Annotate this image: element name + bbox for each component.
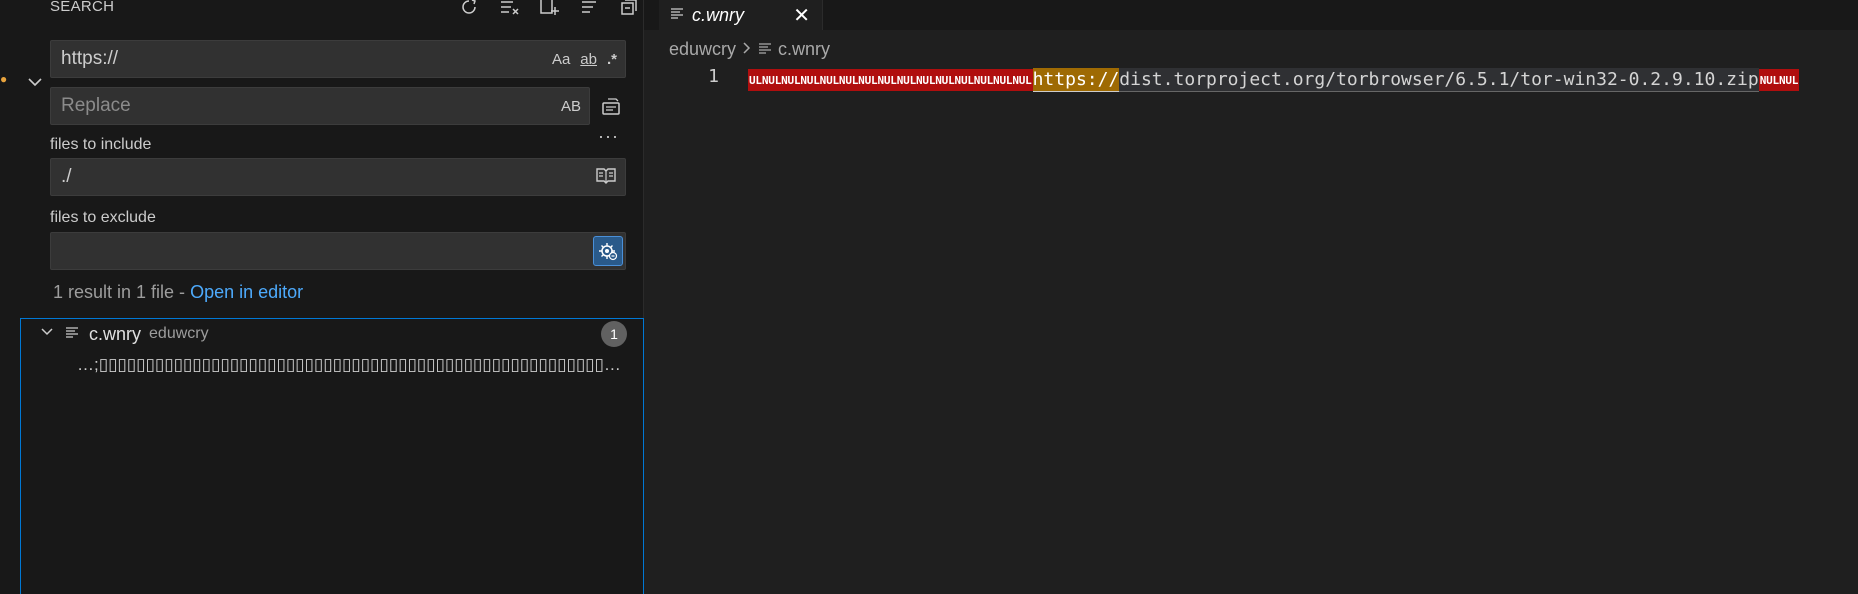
match-whole-word-icon[interactable]: ab bbox=[580, 51, 597, 68]
search-actions bbox=[458, 0, 640, 18]
activity-bar: ● bbox=[0, 0, 20, 594]
chevron-down-icon[interactable] bbox=[39, 324, 61, 345]
view-as-tree-icon[interactable] bbox=[578, 0, 600, 18]
file-icon bbox=[758, 39, 772, 60]
search-sidebar: SEARCH https:// Aa ab .* Replace AB ··· … bbox=[20, 0, 644, 594]
result-file-name: c.wnry bbox=[89, 323, 142, 344]
open-in-editor-link[interactable]: Open in editor bbox=[190, 282, 303, 302]
search-result-summary: 1 result in 1 file - Open in editor bbox=[53, 282, 303, 303]
editor-area: c.wnry ✕ eduwcry c.wnry 1 ULNULNULNULNUL… bbox=[644, 0, 1858, 594]
breadcrumb-file[interactable]: c.wnry bbox=[778, 39, 830, 60]
clear-results-icon[interactable] bbox=[498, 0, 520, 18]
nul-suffix: NULNUL bbox=[1758, 69, 1800, 91]
search-open-editors-icon[interactable] bbox=[595, 166, 617, 188]
code-line[interactable]: 1 ULNULNULNULNULNULNULNULNULNULNULNULNUL… bbox=[644, 66, 1858, 92]
files-to-exclude-input[interactable] bbox=[50, 232, 626, 270]
collapse-all-icon[interactable] bbox=[618, 0, 640, 18]
new-search-editor-icon[interactable] bbox=[538, 0, 560, 18]
result-match-row[interactable]: …;▯▯▯▯▯▯▯▯▯▯▯▯▯▯▯▯▯▯▯▯▯▯▯▯▯▯▯▯▯▯▯▯▯▯▯▯▯▯… bbox=[21, 350, 643, 380]
breadcrumb-folder[interactable]: eduwcry bbox=[669, 39, 736, 60]
result-file-dir: eduwcry bbox=[149, 325, 209, 342]
close-icon[interactable]: ✕ bbox=[793, 3, 810, 28]
use-regex-icon[interactable]: .* bbox=[607, 51, 617, 68]
files-to-include-label: files to include bbox=[50, 136, 152, 153]
url-text: dist.torproject.org/torbrowser/6.5.1/tor… bbox=[1119, 68, 1759, 92]
replace-all-icon[interactable] bbox=[600, 95, 624, 119]
replace-placeholder[interactable]: Replace bbox=[51, 95, 561, 117]
file-icon bbox=[670, 6, 686, 25]
search-header: SEARCH bbox=[50, 0, 640, 18]
search-input[interactable]: https:// Aa ab .* bbox=[50, 40, 626, 78]
editor-tabs: c.wnry ✕ bbox=[644, 0, 1858, 30]
search-match-highlight: https:// bbox=[1032, 68, 1120, 92]
file-icon bbox=[65, 325, 83, 344]
replace-input[interactable]: Replace AB bbox=[50, 87, 590, 125]
files-to-include-input[interactable]: ./ bbox=[50, 158, 626, 196]
search-input-value[interactable]: https:// bbox=[51, 48, 552, 70]
tab-c-wnry[interactable]: c.wnry ✕ bbox=[659, 0, 823, 30]
line-number: 1 bbox=[708, 66, 719, 87]
search-results-tree[interactable]: c.wnry eduwcry 1 …;▯▯▯▯▯▯▯▯▯▯▯▯▯▯▯▯▯▯▯▯▯… bbox=[20, 318, 644, 594]
result-file-row[interactable]: c.wnry eduwcry 1 bbox=[21, 319, 643, 349]
search-title: SEARCH bbox=[50, 0, 115, 15]
breadcrumb: eduwcry c.wnry bbox=[669, 37, 830, 61]
tab-label[interactable]: c.wnry bbox=[692, 5, 744, 26]
toggle-replace-chevron-icon[interactable] bbox=[26, 73, 48, 95]
files-to-exclude-label: files to exclude bbox=[50, 209, 156, 226]
preserve-case-icon[interactable]: AB bbox=[561, 98, 581, 115]
code-content[interactable]: ULNULNULNULNULNULNULNULNULNULNULNULNULNU… bbox=[748, 68, 1800, 92]
result-match-text[interactable]: …;▯▯▯▯▯▯▯▯▯▯▯▯▯▯▯▯▯▯▯▯▯▯▯▯▯▯▯▯▯▯▯▯▯▯▯▯▯▯… bbox=[77, 355, 637, 375]
files-to-include-value[interactable]: ./ bbox=[51, 166, 595, 188]
nul-prefix: ULNULNULNULNULNULNULNULNULNULNULNULNULNU… bbox=[748, 69, 1033, 91]
use-exclude-settings-icon[interactable] bbox=[593, 236, 623, 266]
match-case-icon[interactable]: Aa bbox=[552, 51, 570, 68]
result-count-text: 1 result in 1 file - bbox=[53, 282, 191, 302]
chevron-right-icon bbox=[742, 39, 752, 60]
result-count-badge: 1 bbox=[601, 321, 627, 347]
activity-indicator-icon: ● bbox=[0, 72, 8, 86]
refresh-icon[interactable] bbox=[458, 0, 480, 18]
toggle-search-details-icon[interactable]: ··· bbox=[598, 126, 619, 147]
